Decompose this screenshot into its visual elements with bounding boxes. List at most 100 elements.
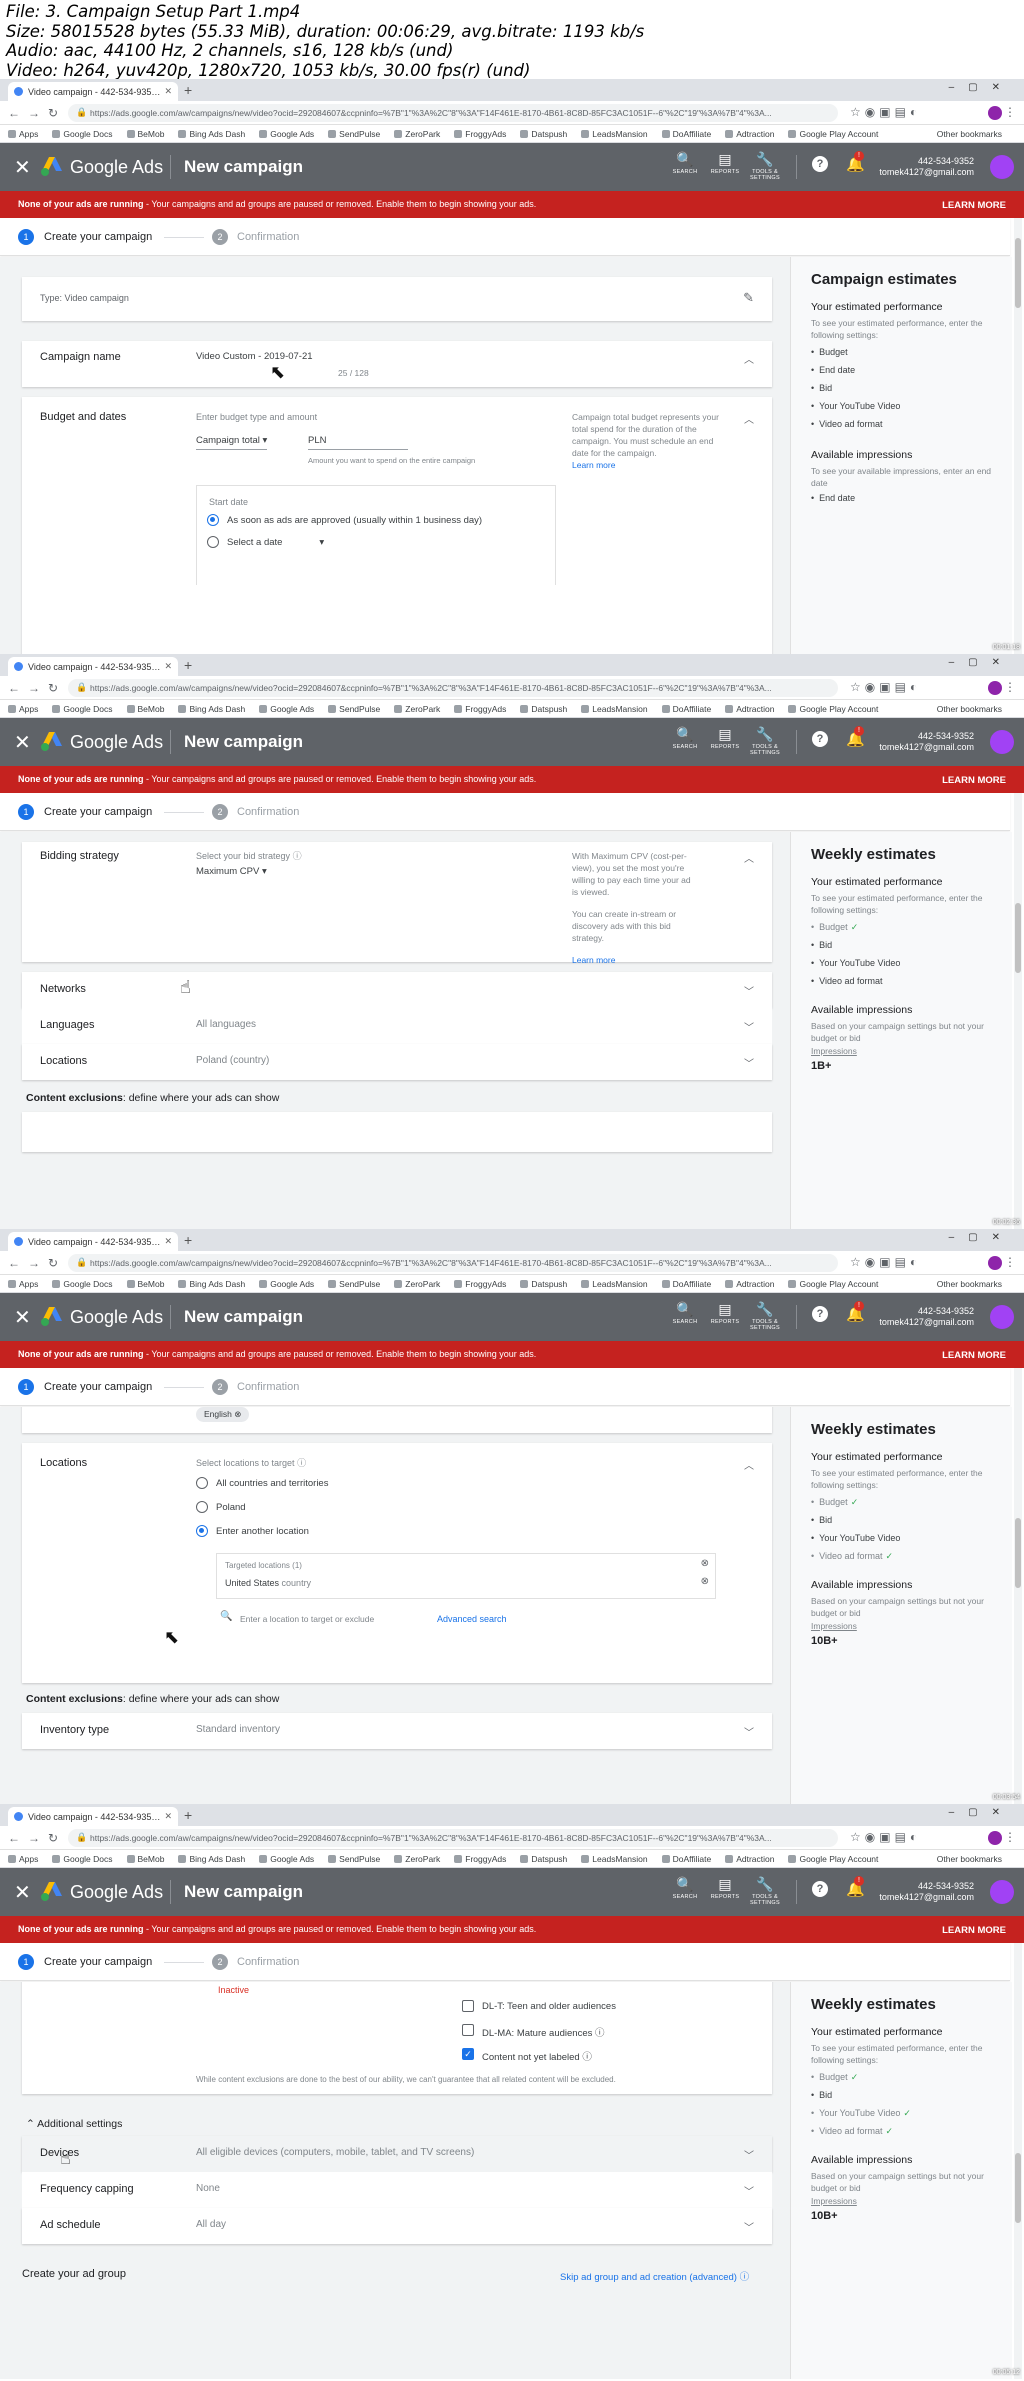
tools-settings-button[interactable]: 🔧 TOOLS & SETTINGS <box>750 151 780 181</box>
tools-settings-button[interactable]: 🔧 TOOLS & SETTINGS <box>750 1876 780 1906</box>
inventory-row[interactable]: Inventory type Standard inventory ﹀ <box>22 1713 772 1749</box>
dl-ma-checkbox[interactable] <box>462 2024 474 2036</box>
chevron-down-icon[interactable]: ﹀ <box>744 2183 754 2198</box>
bookmark-item[interactable]: BeMob <box>138 1279 165 1289</box>
tab-close-icon[interactable]: ✕ <box>164 661 172 672</box>
asap-radio[interactable] <box>207 514 219 526</box>
new-tab-icon[interactable]: + <box>184 1232 192 1248</box>
window-controls-icon[interactable]: –▢✕ <box>949 657 1014 668</box>
advanced-search-link[interactable]: Advanced search <box>437 1613 507 1625</box>
edit-pencil-icon[interactable]: ✎ <box>743 290 754 306</box>
bookmark-item[interactable]: LeadsMansion <box>592 129 647 139</box>
bookmark-item[interactable]: FroggyAds <box>465 704 506 714</box>
location-search-input[interactable]: Enter a location to target or exclude <box>240 1613 374 1625</box>
bookmark-item[interactable]: SendPulse <box>339 704 380 714</box>
bookmark-item[interactable]: Google Ads <box>270 129 314 139</box>
locations-row[interactable]: Locations Poland (country) ﹀ <box>22 1044 772 1080</box>
profile-avatar[interactable] <box>988 1831 1002 1845</box>
extension-icons[interactable]: ☆◉▣▤◐ <box>850 1830 921 1844</box>
learn-more-link[interactable]: Learn more <box>572 954 697 966</box>
bookmark-item[interactable]: FroggyAds <box>465 129 506 139</box>
search-button[interactable]: 🔍 SEARCH <box>670 151 700 175</box>
remove-all-icon[interactable]: ⊗ <box>701 1558 709 1569</box>
chevron-up-icon[interactable]: ︿ <box>744 351 754 366</box>
bookmark-item[interactable]: FroggyAds <box>465 1279 506 1289</box>
close-icon[interactable]: ✕ <box>14 1305 31 1330</box>
tools-settings-button[interactable]: 🔧 TOOLS & SETTINGS <box>750 1301 780 1331</box>
notifications-button[interactable]: 🔔! <box>846 726 865 748</box>
frequency-row[interactable]: Frequency capping None ﹀ <box>22 2172 772 2208</box>
window-controls-icon[interactable]: –▢✕ <box>949 1807 1014 1818</box>
chevron-down-icon[interactable]: ﹀ <box>744 983 754 998</box>
bookmark-item[interactable]: Bing Ads Dash <box>189 1279 245 1289</box>
skip-ad-group-link[interactable]: Skip ad group and ad creation (advanced)… <box>560 2269 749 2283</box>
tab-close-icon[interactable]: ✕ <box>164 1811 172 1822</box>
bookmark-item[interactable]: Apps <box>19 129 38 139</box>
bookmark-item[interactable]: Google Ads <box>270 1279 314 1289</box>
help-icon[interactable]: ? <box>812 1881 828 1897</box>
chevron-down-icon[interactable]: ﹀ <box>744 2147 754 2162</box>
bookmark-item[interactable]: DoAffiliate <box>673 1854 712 1864</box>
extension-icons[interactable]: ☆◉▣▤◐ <box>850 105 921 119</box>
bookmark-item[interactable]: ZeroPark <box>405 704 440 714</box>
browser-tab[interactable]: Video campaign - 442-534-935… ✕ <box>8 82 178 101</box>
avatar[interactable] <box>990 730 1014 754</box>
bookmark-item[interactable]: BeMob <box>138 1854 165 1864</box>
remove-location-icon[interactable]: ⊗ <box>701 1576 709 1587</box>
chevron-down-icon[interactable]: ﹀ <box>744 1724 754 1739</box>
help-icon[interactable]: ? <box>812 156 828 172</box>
not-labeled-checkbox[interactable]: ✓ <box>462 2048 474 2060</box>
account-info[interactable]: 442-534-9352 tomek4127@gmail.com <box>874 1881 974 1903</box>
networks-row[interactable]: Networks ﹀ <box>22 972 772 1008</box>
reports-button[interactable]: ▤ REPORTS <box>710 1876 740 1900</box>
browser-tab[interactable]: Video campaign - 442-534-935… ✕ <box>8 1232 178 1251</box>
bookmark-item[interactable]: LeadsMansion <box>592 1854 647 1864</box>
bookmark-item[interactable]: BeMob <box>138 704 165 714</box>
tools-settings-button[interactable]: 🔧 TOOLS & SETTINGS <box>750 726 780 756</box>
scrollbar[interactable] <box>1014 793 1022 1229</box>
another-location-option[interactable]: Enter another location <box>216 1526 309 1537</box>
chevron-up-icon[interactable]: ︿ <box>744 411 754 426</box>
chevron-up-icon[interactable]: ︿ <box>744 850 754 865</box>
bookmark-item[interactable]: SendPulse <box>339 129 380 139</box>
search-button[interactable]: 🔍 SEARCH <box>670 1876 700 1900</box>
browser-menu-icon[interactable]: ⋮ <box>1004 1255 1016 1269</box>
extension-icons[interactable]: ☆◉▣▤◐ <box>850 680 921 694</box>
extension-icons[interactable]: ☆◉▣▤◐ <box>850 1255 921 1269</box>
bookmark-item[interactable]: Adtraction <box>736 1854 774 1864</box>
browser-tab[interactable]: Video campaign - 442-534-935… ✕ <box>8 657 178 676</box>
new-tab-icon[interactable]: + <box>184 657 192 673</box>
other-bookmarks[interactable]: Other bookmarks <box>937 1279 1002 1289</box>
scrollbar[interactable] <box>1014 218 1022 654</box>
bookmark-item[interactable]: LeadsMansion <box>592 1279 647 1289</box>
bookmark-item[interactable]: Datspush <box>531 1854 567 1864</box>
new-tab-icon[interactable]: + <box>184 1807 192 1823</box>
learn-more-button[interactable]: LEARN MORE <box>942 1925 1006 1936</box>
dl-t-checkbox[interactable] <box>462 2000 474 2012</box>
learn-more-button[interactable]: LEARN MORE <box>942 200 1006 211</box>
account-info[interactable]: 442-534-9352 tomek4127@gmail.com <box>874 731 974 753</box>
learn-more-link[interactable]: Learn more <box>572 459 722 471</box>
notifications-button[interactable]: 🔔! <box>846 1876 865 1898</box>
notifications-button[interactable]: 🔔! <box>846 151 865 173</box>
avatar[interactable] <box>990 1305 1014 1329</box>
bookmark-item[interactable]: Google Ads <box>270 1854 314 1864</box>
window-controls-icon[interactable]: –▢✕ <box>949 1232 1014 1243</box>
bookmark-item[interactable]: Bing Ads Dash <box>189 129 245 139</box>
poland-option[interactable]: Poland <box>216 1502 246 1513</box>
bookmark-item[interactable]: Apps <box>19 1279 38 1289</box>
other-bookmarks[interactable]: Other bookmarks <box>937 1854 1002 1864</box>
bookmark-item[interactable]: Bing Ads Dash <box>189 1854 245 1864</box>
bookmark-item[interactable]: ZeroPark <box>405 1279 440 1289</box>
bookmark-item[interactable]: DoAffiliate <box>673 1279 712 1289</box>
browser-menu-icon[interactable]: ⋮ <box>1004 1830 1016 1844</box>
bookmark-item[interactable]: Google Docs <box>63 704 112 714</box>
step-1-label[interactable]: Create your campaign <box>44 806 152 818</box>
help-icon[interactable]: ? <box>812 1306 828 1322</box>
bookmark-item[interactable]: Datspush <box>531 129 567 139</box>
search-button[interactable]: 🔍 SEARCH <box>670 1301 700 1325</box>
schedule-row[interactable]: Ad schedule All day ﹀ <box>22 2208 772 2244</box>
profile-avatar[interactable] <box>988 106 1002 120</box>
browser-menu-icon[interactable]: ⋮ <box>1004 680 1016 694</box>
other-bookmarks[interactable]: Other bookmarks <box>937 704 1002 714</box>
